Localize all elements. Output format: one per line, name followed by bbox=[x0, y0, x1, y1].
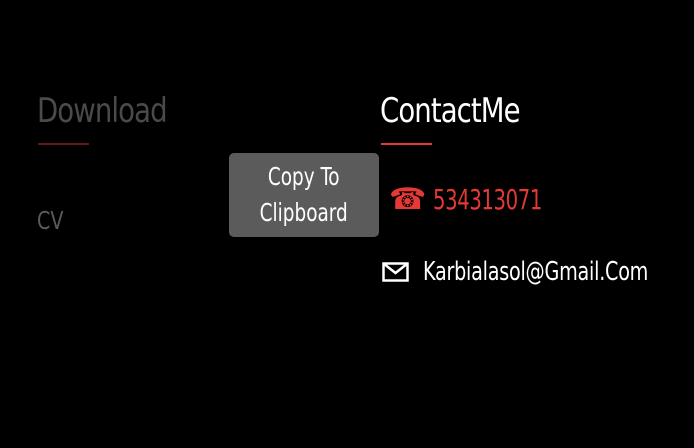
email-address[interactable]: Karbialasol@Gmail.Com bbox=[423, 256, 648, 288]
phone-number[interactable]: 534313071 bbox=[433, 183, 542, 217]
download-title-underline bbox=[38, 143, 89, 145]
cv-download-link[interactable]: CV bbox=[37, 205, 63, 237]
email-contact-row[interactable]: Karbialasol@Gmail.Com bbox=[382, 256, 694, 288]
contact-section-title: ContactMe bbox=[380, 91, 521, 131]
mail-icon bbox=[382, 262, 409, 282]
tooltip-line-2: Clipboard bbox=[259, 198, 349, 227]
phone-contact-row[interactable]: ☎ 534313071 bbox=[389, 183, 573, 217]
tooltip-line-1: Copy To bbox=[268, 162, 340, 191]
copy-to-clipboard-tooltip: Copy To Clipboard bbox=[229, 153, 379, 237]
contact-title-underline bbox=[381, 143, 432, 145]
phone-icon: ☎ bbox=[389, 182, 427, 217]
download-section-title: Download bbox=[37, 91, 168, 131]
